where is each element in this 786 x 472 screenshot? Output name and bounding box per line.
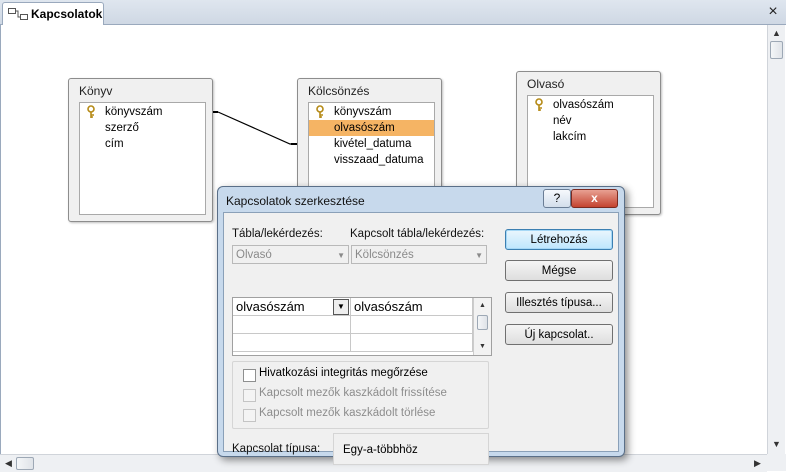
relation-type-value: Egy-a-többhöz: [333, 433, 489, 465]
table-combo-value: Olvasó: [236, 249, 272, 261]
scroll-down-icon[interactable]: ▼: [769, 437, 784, 452]
scroll-up-icon[interactable]: ▲: [769, 26, 784, 41]
tab-kapcsolatok[interactable]: Kapcsolatok: [2, 2, 104, 25]
integrity-checkbox[interactable]: [243, 369, 256, 382]
table-title: Könyv: [79, 84, 113, 98]
field-name: könyvszám: [334, 106, 392, 118]
create-button[interactable]: Létrehozás: [505, 229, 613, 250]
chevron-down-icon: ▼: [475, 251, 483, 260]
primary-key-icon: [535, 98, 543, 111]
related-table-label: Kapcsolt tábla/lekérdezés:: [350, 228, 485, 240]
field-item[interactable]: könyvszám: [309, 104, 434, 120]
cancel-button[interactable]: Mégse: [505, 260, 613, 281]
cascade-update-checkbox: [243, 389, 256, 402]
scroll-right-icon[interactable]: ▶: [750, 456, 765, 471]
grid-cell-right[interactable]: olvasószám: [351, 298, 473, 316]
vertical-scrollbar[interactable]: ▲ ▼: [767, 25, 785, 454]
grid-cell-right[interactable]: [351, 316, 473, 334]
field-item-selected[interactable]: olvasószám: [309, 120, 434, 136]
document-tab-bar: Kapcsolatok ×: [0, 0, 786, 25]
table-title: Kölcsönzés: [308, 84, 370, 98]
scroll-thumb[interactable]: [770, 41, 783, 59]
integrity-label: Hivatkozási integritás megőrzése: [259, 367, 428, 379]
relation-type-label: Kapcsolat típusa:: [232, 443, 321, 455]
relationships-icon: [8, 8, 28, 20]
table-title: Olvasó: [527, 77, 565, 91]
scroll-thumb[interactable]: [477, 315, 488, 330]
dialog-title: Kapcsolatok szerkesztése: [226, 194, 365, 208]
related-table-combo-value: Kölcsönzés: [355, 249, 414, 261]
table-konyv[interactable]: Könyv könyvszám szerző cím: [68, 78, 213, 222]
grid-cell-value: olvasószám: [354, 299, 423, 314]
scrollbar-corner: [767, 454, 786, 471]
field-name: könyvszám: [105, 106, 163, 118]
grid-scrollbar[interactable]: ▲ ▼: [473, 298, 491, 355]
relationship-line[interactable]: [217, 111, 297, 145]
field-item[interactable]: könyvszám: [80, 104, 205, 120]
field-item[interactable]: név: [528, 113, 653, 129]
field-name: lakcím: [553, 131, 587, 143]
field-name: kivétel_datuma: [334, 138, 412, 150]
cascade-delete-checkbox: [243, 409, 256, 422]
grid-cell-value: olvasószám: [236, 299, 305, 314]
cascade-delete-label: Kapcsolt mezők kaszkádolt törlése: [259, 407, 436, 419]
scroll-down-icon[interactable]: ▼: [475, 339, 490, 354]
field-name: olvasószám: [553, 99, 614, 111]
scroll-up-icon[interactable]: ▲: [475, 298, 490, 313]
field-item[interactable]: olvasószám: [528, 97, 653, 113]
field-name: olvasószám: [334, 122, 395, 134]
field-item[interactable]: lakcím: [528, 129, 653, 145]
dialog-body: Tábla/lekérdezés: Kapcsolt tábla/lekérde…: [223, 212, 619, 465]
field-item[interactable]: szerző: [80, 120, 205, 136]
field-item[interactable]: kivétel_datuma: [309, 136, 434, 152]
close-document-icon[interactable]: ×: [764, 2, 782, 22]
tab-label: Kapcsolatok: [31, 7, 103, 21]
help-button[interactable]: ?: [543, 189, 571, 208]
table-combo: Olvasó ▼: [232, 245, 349, 264]
field-item[interactable]: visszaad_datuma: [309, 152, 434, 168]
dialog-close-button[interactable]: x: [571, 189, 618, 208]
grid-cell-right[interactable]: [351, 334, 473, 352]
field-name: név: [553, 115, 572, 127]
field-name: visszaad_datuma: [334, 154, 424, 166]
grid-cell-left[interactable]: [233, 316, 351, 334]
field-item[interactable]: cím: [80, 136, 205, 152]
join-type-button[interactable]: Illesztés típusa...: [505, 292, 613, 313]
field-name: szerző: [105, 122, 139, 134]
scroll-left-icon[interactable]: ◀: [1, 456, 16, 471]
related-table-combo: Kölcsönzés ▼: [351, 245, 487, 264]
checkbox-group: Hivatkozási integritás megőrzése Kapcsol…: [232, 361, 489, 429]
field-list: könyvszám szerző cím: [79, 102, 206, 215]
cascade-update-label: Kapcsolt mezők kaszkádolt frissítése: [259, 387, 447, 399]
field-mapping-grid: olvasószám ▼ olvasószám ▲ ▼: [232, 297, 492, 356]
chevron-down-icon[interactable]: ▼: [333, 299, 349, 315]
chevron-down-icon: ▼: [337, 251, 345, 260]
grid-cell-left[interactable]: olvasószám ▼: [233, 298, 351, 316]
scroll-thumb[interactable]: [16, 457, 34, 470]
new-relationship-button[interactable]: Új kapcsolat..: [505, 324, 613, 345]
table-label: Tábla/lekérdezés:: [232, 228, 323, 240]
primary-key-icon: [316, 105, 324, 118]
grid-cell-left[interactable]: [233, 334, 351, 352]
edit-relationships-dialog: Kapcsolatok szerkesztése ? x Tábla/lekér…: [217, 186, 625, 465]
primary-key-icon: [87, 105, 95, 118]
field-name: cím: [105, 138, 124, 150]
